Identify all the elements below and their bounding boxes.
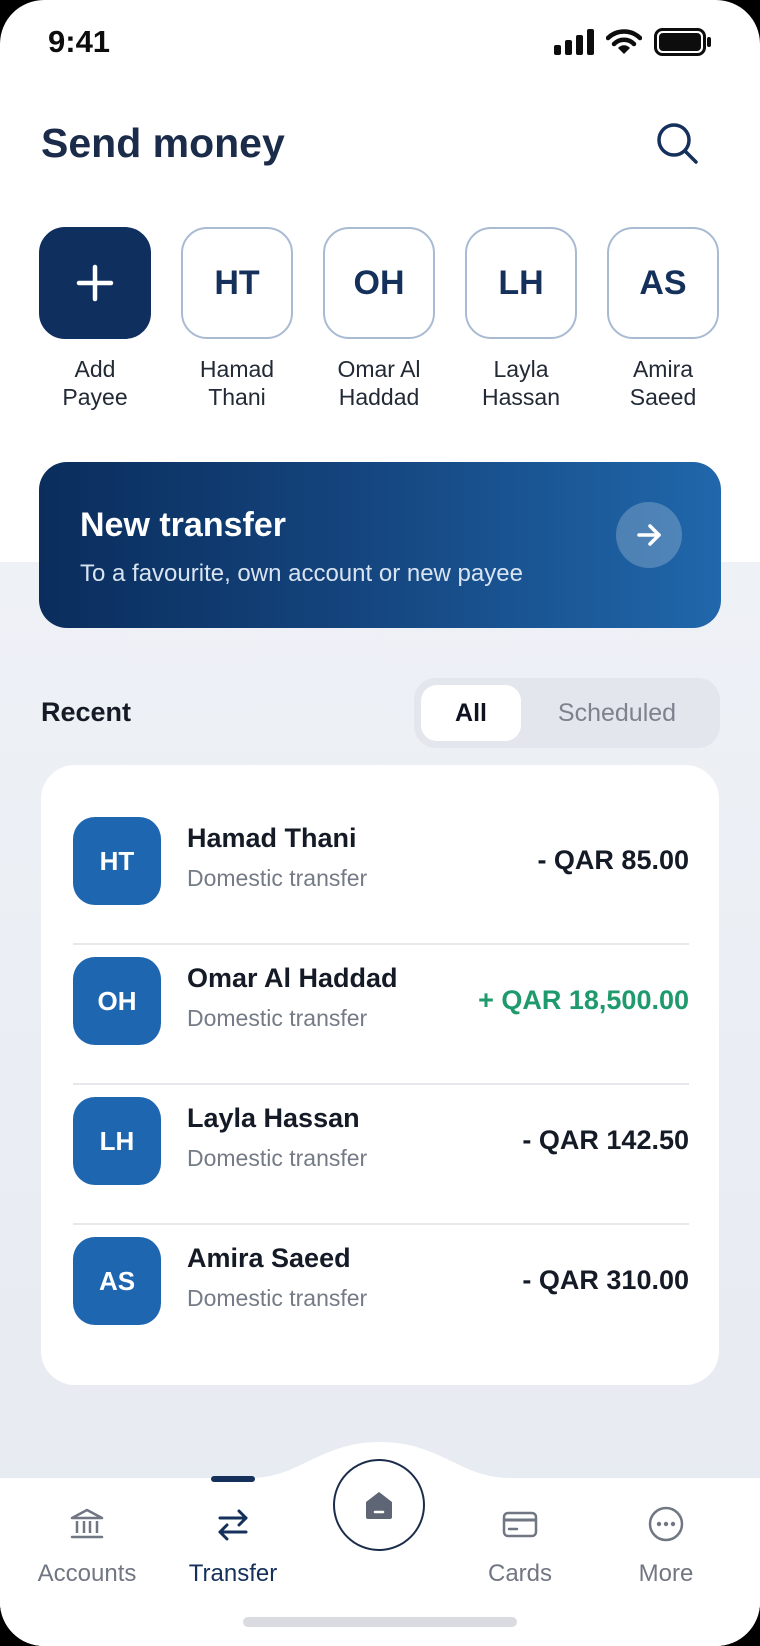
status-icons <box>554 28 712 56</box>
transaction-type: Domestic transfer <box>187 1285 368 1311</box>
payee-label: Hamad Thani <box>199 356 275 410</box>
table-row[interactable]: OH Omar Al Haddad Domestic transfer + QA… <box>73 945 689 1085</box>
transaction-name: Omar Al Haddad <box>187 963 398 993</box>
payee-omar-al-haddad[interactable]: OH Omar Al Haddad <box>323 227 435 411</box>
more-dots-icon <box>644 1502 688 1546</box>
active-tab-indicator <box>211 1476 255 1482</box>
transaction-amount: + QAR 18,500.00 <box>478 985 689 1015</box>
home-icon <box>366 1492 392 1519</box>
payee-label: Layla Hassan <box>482 356 560 410</box>
payee-label: Add Payee <box>62 356 128 410</box>
transactions-card: HT Hamad Thani Domestic transfer - QAR 8… <box>41 765 719 1385</box>
payee-amira-saeed[interactable]: AS Amira Saeed <box>607 227 719 411</box>
cellular-signal-icon <box>554 29 594 55</box>
transaction-type: Domestic transfer <box>187 1005 368 1031</box>
avatar: HT <box>73 817 161 905</box>
payee-label: Amira Saeed <box>629 356 697 410</box>
favourite-payees: Add Payee HT Hamad Thani OH Omar Al Haddad … <box>39 227 719 411</box>
nav-label: Transfer <box>188 1560 278 1587</box>
transaction-amount: - QAR 85.00 <box>537 845 689 875</box>
home-button[interactable] <box>333 1459 425 1551</box>
avatar: LH <box>73 1097 161 1185</box>
add-payee-button[interactable]: Add Payee <box>39 227 151 411</box>
payee-avatar[interactable]: AS <box>607 227 719 339</box>
banner-title: New transfer <box>80 506 286 544</box>
search-button[interactable] <box>652 118 704 170</box>
banner-arrow-button[interactable] <box>616 502 682 568</box>
payee-avatar[interactable]: OH <box>323 227 435 339</box>
nav-label: Accounts <box>37 1560 137 1587</box>
arrow-right-icon <box>637 524 661 546</box>
new-transfer-banner[interactable]: New transfer To a favourite, own account… <box>39 462 721 628</box>
tab-scheduled[interactable]: Scheduled <box>521 685 713 741</box>
bank-icon <box>65 1502 109 1546</box>
table-row[interactable]: AS Amira Saeed Domestic transfer - QAR 3… <box>73 1225 689 1365</box>
nav-accounts[interactable]: Accounts <box>17 1478 157 1588</box>
avatar: OH <box>73 957 161 1045</box>
transaction-name: Layla Hassan <box>187 1103 360 1133</box>
tab-all[interactable]: All <box>421 685 521 741</box>
transaction-amount: - QAR 142.50 <box>522 1125 689 1155</box>
transfer-arrows-icon <box>211 1502 255 1546</box>
recent-title: Recent <box>41 697 132 727</box>
nav-label: More <box>638 1560 694 1587</box>
phone-screen: 9:41 Send money Add Payee HT Hamad Thani… <box>0 0 760 1646</box>
status-time: 9:41 <box>48 24 111 59</box>
home-indicator <box>243 1617 517 1627</box>
payee-label: Omar Al Haddad <box>337 356 421 410</box>
add-payee-tile[interactable] <box>39 227 151 339</box>
transaction-type: Domestic transfer <box>187 865 368 891</box>
avatar: AS <box>73 1237 161 1325</box>
transaction-name: Hamad Thani <box>187 823 357 853</box>
payee-layla-hassan[interactable]: LH Layla Hassan <box>465 227 577 411</box>
card-icon <box>498 1502 542 1546</box>
payee-hamad-thani[interactable]: HT Hamad Thani <box>181 227 293 411</box>
search-icon <box>657 123 698 164</box>
payee-avatar[interactable]: LH <box>465 227 577 339</box>
payee-avatar[interactable]: HT <box>181 227 293 339</box>
wifi-icon <box>606 29 642 54</box>
nav-transfer[interactable]: Transfer <box>163 1478 303 1588</box>
page-title: Send money <box>41 120 285 166</box>
banner-subtitle: To a favourite, own account or new payee <box>80 560 523 587</box>
plus-icon <box>76 264 114 302</box>
table-row[interactable]: LH Layla Hassan Domestic transfer - QAR … <box>73 1085 689 1225</box>
nav-cards[interactable]: Cards <box>450 1478 590 1588</box>
nav-label: Cards <box>487 1560 553 1587</box>
nav-more[interactable]: More <box>596 1478 736 1588</box>
battery-icon <box>654 28 711 56</box>
recent-filter: All Scheduled <box>414 678 720 748</box>
transaction-amount: - QAR 310.00 <box>522 1265 689 1295</box>
transaction-name: Amira Saeed <box>187 1243 351 1273</box>
transaction-type: Domestic transfer <box>187 1145 368 1171</box>
table-row[interactable]: HT Hamad Thani Domestic transfer - QAR 8… <box>73 805 689 945</box>
